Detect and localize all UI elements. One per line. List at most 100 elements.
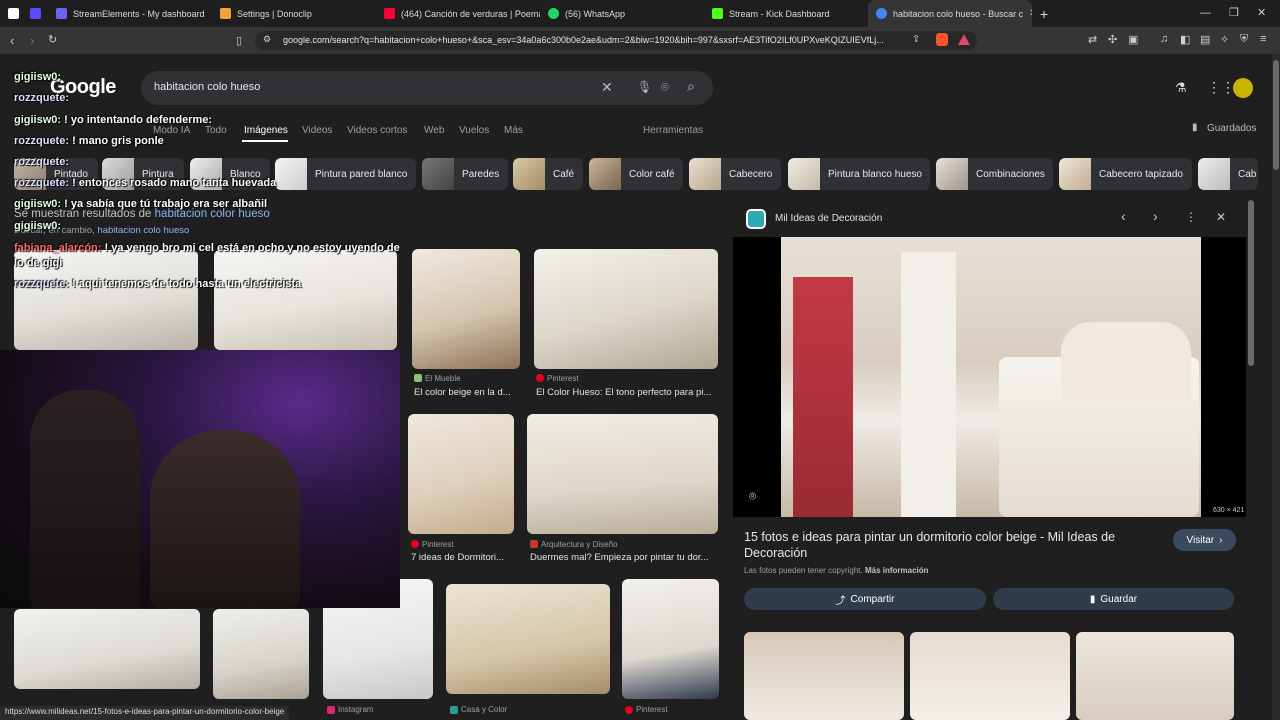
- tab-google-search[interactable]: habitacion colo hueso - Buscar c✕: [868, 0, 1032, 27]
- chip-cafe[interactable]: Café: [513, 158, 583, 190]
- tab-web[interactable]: Web: [424, 125, 444, 136]
- chat-text: ! mano gris ponle: [72, 135, 164, 147]
- bookmark-icon[interactable]: ▯: [236, 34, 242, 47]
- search-box[interactable]: habitacion colo hueso ✕ 🎙 ⌾ ⌕: [141, 71, 713, 105]
- result-source[interactable]: Instagram: [338, 705, 374, 714]
- donoclip-icon: [220, 8, 231, 19]
- tab-donoclip[interactable]: Settings | Donoclip: [212, 0, 376, 27]
- result-source[interactable]: Pinterest: [422, 540, 454, 549]
- labs-icon[interactable]: ⚗: [1175, 80, 1187, 96]
- lens-icon[interactable]: ⌾: [749, 489, 756, 504]
- result-image[interactable]: [622, 579, 719, 699]
- chip-pintura-blanco-hueso[interactable]: Pintura blanco hueso: [788, 158, 930, 190]
- related-image[interactable]: [910, 632, 1070, 720]
- site-info-icon[interactable]: ⚙: [263, 34, 271, 45]
- avatar[interactable]: [1233, 78, 1253, 98]
- red-door: [793, 277, 853, 517]
- next-icon[interactable]: ›: [1153, 208, 1158, 224]
- chip-label: Color café: [629, 168, 675, 180]
- chip-paredes[interactable]: Paredes: [422, 158, 508, 190]
- apps-icon[interactable]: ⋮⋮: [1207, 79, 1235, 96]
- pinterest-icon: [536, 374, 544, 382]
- menu-icon[interactable]: ≡: [1260, 33, 1266, 45]
- more-icon[interactable]: ⋮: [1185, 210, 1197, 224]
- chip-pintura-pared-blanco[interactable]: Pintura pared blanco: [275, 158, 416, 190]
- screenshot-icon[interactable]: ▣: [1128, 33, 1138, 46]
- clear-icon[interactable]: ✕: [601, 79, 613, 96]
- tab-imagenes[interactable]: Imágenes: [244, 125, 288, 136]
- previous-icon[interactable]: ‹: [1121, 208, 1126, 224]
- result-title[interactable]: 7 ideas de Dormitori...: [411, 552, 514, 563]
- tab-videos-cortos[interactable]: Videos cortos: [347, 125, 407, 136]
- close-window-icon[interactable]: ✕: [1257, 6, 1266, 19]
- result-title[interactable]: El Color Hueso: El tono perfecto para pi…: [536, 387, 716, 398]
- minimize-icon[interactable]: —: [1200, 7, 1211, 19]
- result-image[interactable]: [446, 584, 610, 694]
- brave-shields-icon[interactable]: [936, 33, 948, 46]
- chip-combinaciones[interactable]: Combinaciones: [936, 158, 1053, 190]
- result-source[interactable]: Pinterest: [547, 374, 579, 383]
- brave-rewards-icon[interactable]: [958, 34, 970, 45]
- panel-site-name[interactable]: Mil Ideas de Decoración: [775, 213, 882, 224]
- pinned-tab[interactable]: [0, 0, 22, 27]
- result-image[interactable]: [408, 414, 514, 534]
- result-source[interactable]: Pinterest: [636, 705, 668, 714]
- result-image[interactable]: [412, 249, 520, 369]
- wallet-icon[interactable]: ▤: [1200, 33, 1210, 46]
- visit-button[interactable]: Visitar ›: [1173, 529, 1236, 551]
- translate-icon[interactable]: ⇄: [1088, 33, 1097, 46]
- close-panel-icon[interactable]: ✕: [1216, 210, 1226, 224]
- share-button[interactable]: ⤴ Compartir: [744, 588, 986, 610]
- saved-link[interactable]: Guardados: [1207, 123, 1256, 134]
- result-source[interactable]: Arquitectura y Diseño: [541, 540, 617, 549]
- chip-color-cafe[interactable]: Color café: [589, 158, 683, 190]
- chip-cab[interactable]: Cab: [1198, 158, 1258, 190]
- share-icon[interactable]: ⇪: [912, 34, 920, 45]
- tab-streamelements[interactable]: StreamElements - My dashboard: [48, 0, 212, 27]
- reload-icon[interactable]: ↻: [48, 33, 57, 46]
- result-image[interactable]: [14, 609, 200, 689]
- sidebar-icon[interactable]: ◧: [1180, 33, 1190, 46]
- search-input[interactable]: habitacion colo hueso: [154, 81, 260, 93]
- pinned-tab[interactable]: [22, 0, 48, 27]
- result-image[interactable]: [213, 609, 309, 699]
- restore-icon[interactable]: ❐: [1229, 6, 1239, 19]
- mic-icon[interactable]: 🎙: [637, 80, 652, 94]
- related-image[interactable]: [1076, 632, 1234, 720]
- original-query-link[interactable]: habitacion colo hueso: [97, 225, 189, 236]
- saved-icon[interactable]: ▮: [1192, 122, 1198, 133]
- tab-vuelos[interactable]: Vuelos: [459, 125, 489, 136]
- save-button[interactable]: ▮ Guardar: [993, 588, 1234, 610]
- preview-image[interactable]: [781, 237, 1201, 517]
- result-title[interactable]: El color beige en la d...: [414, 387, 520, 398]
- tab-videos[interactable]: Videos: [302, 125, 332, 136]
- new-tab-button[interactable]: +: [1032, 0, 1062, 27]
- tools-button[interactable]: Herramientas: [643, 125, 703, 136]
- tab-kick[interactable]: Stream - Kick Dashboard: [704, 0, 868, 27]
- result-source[interactable]: El Mueble: [425, 374, 461, 383]
- active-tab-indicator: [242, 140, 288, 142]
- tab-todo[interactable]: Todo: [205, 125, 227, 136]
- tab-mas[interactable]: Más: [504, 125, 523, 136]
- chip-cabecero[interactable]: Cabecero: [689, 158, 781, 190]
- leo-icon[interactable]: ✧: [1220, 33, 1229, 46]
- panel-title[interactable]: 15 fotos e ideas para pintar un dormitor…: [744, 529, 1124, 561]
- chip-cabecero-tapizado[interactable]: Cabecero tapizado: [1059, 158, 1192, 190]
- search-icon[interactable]: ⌕: [687, 78, 695, 95]
- tab-youtube[interactable]: (464) Canción de verduras | Poemas: [376, 0, 540, 27]
- result-source[interactable]: Casa y Color: [461, 705, 507, 714]
- back-icon[interactable]: ‹: [10, 33, 14, 48]
- lens-icon[interactable]: ⌾: [661, 79, 669, 95]
- vpn-icon[interactable]: ⛨: [1240, 33, 1248, 46]
- result-title[interactable]: Duermes mal? Empieza por pintar tu dor..…: [530, 552, 716, 563]
- page-scrollbar[interactable]: [1273, 60, 1279, 170]
- tab-whatsapp[interactable]: (56) WhatsApp: [540, 0, 704, 27]
- extensions-icon[interactable]: ✣: [1108, 33, 1117, 46]
- result-image[interactable]: [534, 249, 718, 369]
- panel-scrollbar[interactable]: [1248, 200, 1254, 366]
- related-image[interactable]: [744, 632, 904, 720]
- media-icon[interactable]: ♫: [1160, 33, 1168, 45]
- forward-icon[interactable]: ›: [30, 33, 34, 48]
- result-image[interactable]: [527, 414, 718, 534]
- more-info-link[interactable]: Más información: [865, 566, 929, 575]
